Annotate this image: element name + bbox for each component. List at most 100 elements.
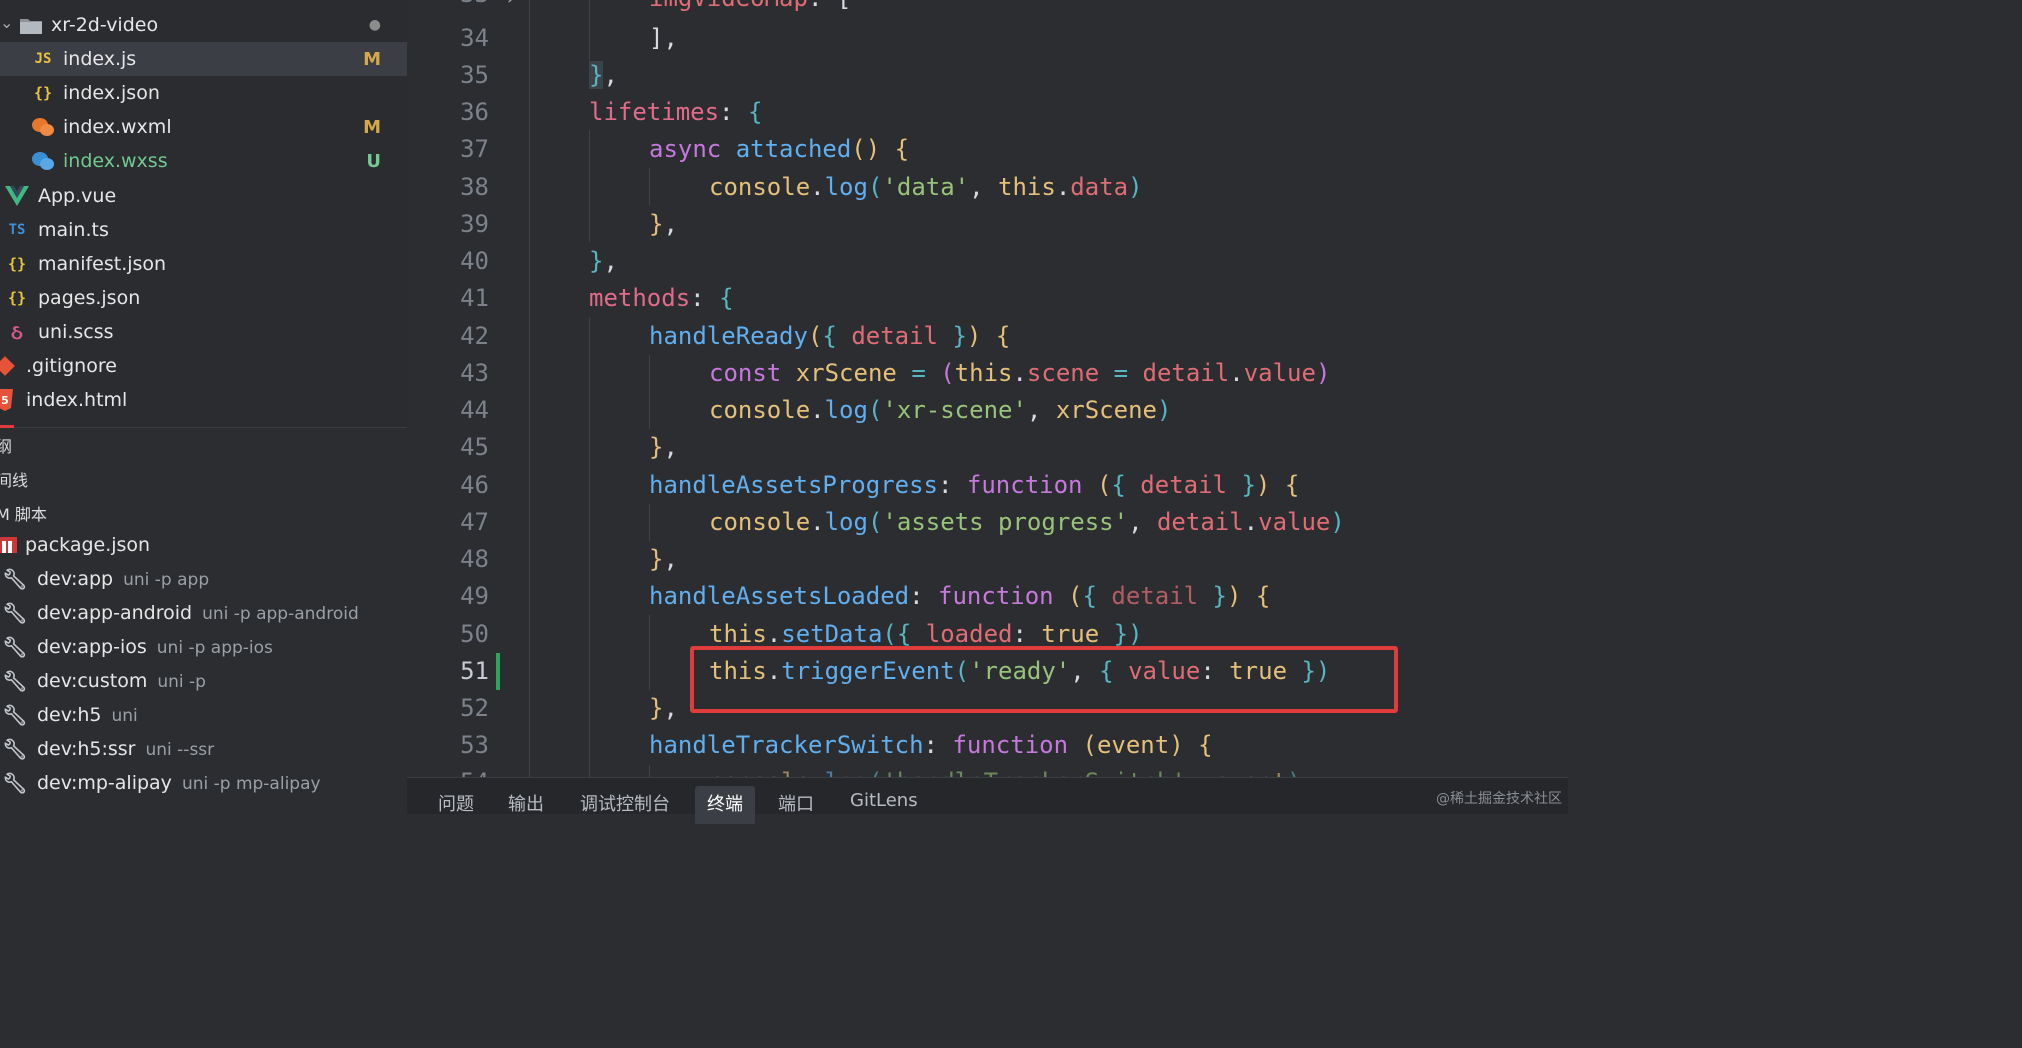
explorer-folder-xr-2d-video[interactable]: ⌄ xr-2d-video ●	[0, 8, 407, 42]
code-line: console.log('data', this.data)	[709, 169, 1143, 206]
explorer-file-gitignore[interactable]: .gitignore	[0, 349, 407, 383]
code-token: )	[1128, 173, 1143, 201]
tab-gitlens[interactable]: GitLens	[850, 790, 918, 811]
code-token: ()	[851, 135, 881, 163]
wechat-blue-icon	[30, 148, 56, 174]
explorer-file-index-wxml[interactable]: index.wxml M	[0, 110, 407, 144]
code-token: setData	[781, 620, 883, 648]
script-name: dev:custom	[37, 670, 148, 692]
code-token: .	[1229, 359, 1244, 387]
code-token: detail	[1140, 471, 1227, 499]
tab-output[interactable]: 输出	[508, 790, 544, 816]
code-token: )	[1156, 396, 1172, 424]
code-token: .	[810, 508, 825, 536]
code-token: 'data'	[882, 173, 970, 201]
code-token: ,	[603, 247, 618, 275]
line-number: 34	[460, 24, 489, 52]
code-token: {	[1255, 582, 1271, 610]
code-token: (	[1082, 731, 1097, 759]
explorer-file-index-wxss[interactable]: index.wxss U	[0, 144, 407, 178]
code-token: {	[719, 284, 734, 312]
tab-debug-console[interactable]: 调试控制台	[580, 790, 670, 816]
code-token: detail	[1111, 582, 1199, 610]
code-line: console.log('assets progress', detail.va…	[709, 504, 1345, 541]
indent-guide	[649, 355, 650, 429]
fold-chevron-icon[interactable]: ›	[507, 0, 514, 9]
script-item[interactable]: 🔧︎ dev:mp-alipay uni -p mp-alipay	[0, 766, 407, 800]
explorer-file-main-ts[interactable]: TS main.ts	[0, 213, 407, 247]
line-number: 54	[407, 768, 489, 777]
code-token: xrScene	[1055, 396, 1157, 424]
script-command: uni -p	[157, 672, 206, 692]
code-token: {	[995, 322, 1011, 350]
code-token: ,	[1186, 768, 1215, 777]
code-token: {	[1284, 471, 1300, 499]
code-token: data	[1070, 173, 1129, 201]
script-command: uni -p app	[123, 570, 210, 590]
code-token: {	[1082, 582, 1112, 610]
explorer-file-index-html[interactable]: 5 index.html	[0, 383, 407, 417]
script-item[interactable]: 🔧︎ dev:h5:ssr uni --ssr	[0, 732, 407, 766]
explorer-file-pages-json[interactable]: {} pages.json	[0, 281, 407, 315]
line-number: 45	[460, 433, 489, 461]
code-token: (	[867, 508, 883, 536]
code-token: }	[649, 545, 664, 573]
script-item[interactable]: 🔧︎ dev:app-ios uni -p app-ios	[0, 630, 407, 664]
wrench-icon: 🔧︎	[2, 601, 28, 625]
explorer-file-app-vue[interactable]: App.vue	[0, 179, 407, 213]
line-number: 50	[460, 620, 489, 648]
code-token: "	[851, 0, 865, 12]
code-token: this	[954, 359, 1013, 387]
npm-scripts-section-header[interactable]: M 脚本	[0, 501, 47, 525]
code-token: .	[1012, 359, 1027, 387]
explorer-file-index-js[interactable]: JS index.js M	[0, 42, 407, 76]
chevron-down-icon: ⌄	[0, 13, 14, 32]
html5-file-icon: 5	[0, 387, 18, 413]
code-token: const	[709, 359, 782, 387]
explorer-file-manifest-json[interactable]: {} manifest.json	[0, 247, 407, 281]
code-editor[interactable]: › 33 34 35 36 37 38 39 40 41 42 43 44 45…	[407, 0, 1568, 777]
code-token: .	[766, 620, 782, 648]
script-item[interactable]: 🔧︎ dev:app-android uni -p app-android	[0, 596, 407, 630]
code-line: handleTrackerSwitch: function (event) {	[649, 727, 1213, 764]
file-label: App.vue	[38, 185, 117, 207]
file-label: index.wxss	[63, 150, 168, 172]
tab-terminal[interactable]: 终端	[695, 786, 755, 824]
code-token: function	[938, 582, 1054, 610]
code-token: :	[1012, 620, 1042, 648]
script-item[interactable]: 🔧︎ dev:custom uni -p	[0, 664, 407, 698]
svg-text:5: 5	[1, 394, 9, 407]
indent-guide	[589, 0, 590, 60]
script-command: uni -p mp-alipay	[181, 774, 321, 794]
code-token: this	[998, 173, 1056, 201]
timeline-section-header[interactable]: 间线	[0, 467, 28, 491]
code-token: event	[1215, 768, 1287, 777]
code-token: })	[1099, 620, 1143, 648]
indent-guide	[589, 130, 590, 242]
script-command: uni -p app-ios	[156, 638, 273, 658]
code-token: this	[709, 620, 767, 648]
explorer-file-index-json[interactable]: {} index.json	[0, 76, 407, 110]
line-number: 37	[460, 135, 489, 163]
file-label: index.json	[63, 82, 160, 104]
outline-section-header[interactable]: 纲	[0, 433, 12, 457]
script-item[interactable]: 🔧︎ dev:app uni -p app	[0, 562, 407, 596]
npm-package-item[interactable]: package.json	[0, 528, 407, 562]
code-line: },	[649, 541, 678, 578]
explorer-files-section: ⌄ xr-2d-video ● JS index.js M {} index.j…	[0, 0, 407, 427]
file-label: index.html	[26, 389, 128, 411]
line-number: 44	[460, 396, 489, 424]
explorer-file-uni-scss[interactable]: ઠ uni.scss	[0, 315, 407, 349]
code-token: ,	[969, 173, 999, 201]
tab-ports[interactable]: 端口	[778, 790, 814, 816]
code-line: lifetimes: {	[589, 94, 762, 131]
code-token: {	[1111, 471, 1141, 499]
code-token: )	[1287, 768, 1301, 777]
code-token: )	[1255, 471, 1271, 499]
tab-problems[interactable]: 问题	[438, 790, 474, 816]
script-item[interactable]: 🔧︎ dev:h5 uni	[0, 698, 407, 732]
